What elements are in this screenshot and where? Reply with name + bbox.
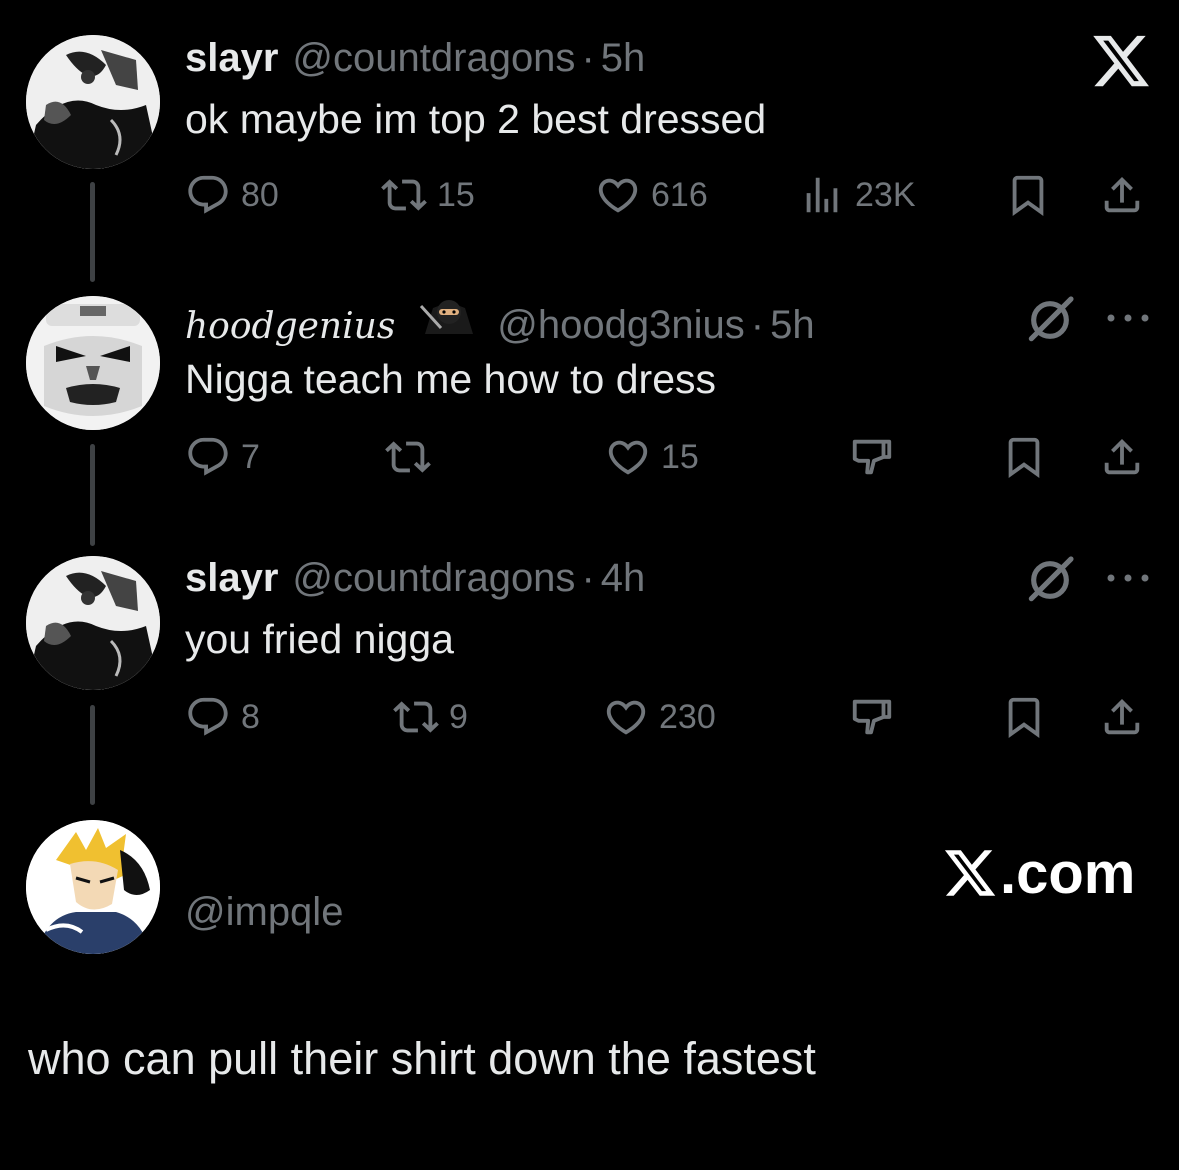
share-button[interactable] xyxy=(1099,692,1145,742)
avatar-image xyxy=(26,820,160,954)
more-icon[interactable] xyxy=(1105,568,1151,588)
tweet-header: hoodgenius @hoodg3nius · 5h xyxy=(185,294,815,347)
separator-dot: · xyxy=(581,556,595,600)
reply-icon xyxy=(185,694,231,740)
share-icon xyxy=(1099,172,1145,218)
reply-icon xyxy=(185,172,231,218)
retweet-button[interactable]: 9 xyxy=(393,692,468,742)
action-bar: 80 15 616 23K xyxy=(185,170,1145,220)
share-icon xyxy=(1099,694,1145,740)
like-button[interactable]: 230 xyxy=(603,692,716,742)
avatar[interactable] xyxy=(26,296,160,430)
like-count: 230 xyxy=(659,697,716,736)
tweet-text: you fried nigga xyxy=(185,616,454,662)
bookmark-icon xyxy=(1001,434,1047,480)
bookmark-button[interactable] xyxy=(1001,692,1047,742)
downvote-button[interactable] xyxy=(849,432,895,482)
bookmark-button[interactable] xyxy=(1001,432,1047,482)
heart-icon xyxy=(605,434,651,480)
avatar[interactable] xyxy=(26,556,160,690)
views-button[interactable]: 23K xyxy=(799,170,916,220)
timestamp[interactable]: 5h xyxy=(601,36,646,81)
reply-button[interactable]: 8 xyxy=(185,692,260,742)
heart-icon xyxy=(595,172,641,218)
timestamp[interactable]: 4h xyxy=(601,556,646,601)
downvote-button[interactable] xyxy=(849,692,895,742)
username[interactable]: @countdragons xyxy=(292,36,575,81)
retweet-count: 9 xyxy=(449,697,468,736)
avatar-image xyxy=(26,296,160,430)
brand-watermark: .com xyxy=(942,838,1135,908)
separator-dot: · xyxy=(581,36,595,80)
avatar-image xyxy=(26,35,160,169)
avatar[interactable] xyxy=(26,35,160,169)
thread-line xyxy=(90,444,95,546)
ninja-emoji-icon xyxy=(420,300,474,334)
display-name[interactable]: slayr xyxy=(185,36,278,81)
views-icon xyxy=(799,172,845,218)
share-button[interactable] xyxy=(1099,170,1145,220)
retweet-count: 15 xyxy=(437,175,475,214)
action-bar: 7 15 xyxy=(185,432,1145,482)
retweet-button[interactable] xyxy=(385,432,431,482)
tweet-header: slayr @countdragons · 4h xyxy=(185,556,645,606)
retweet-icon xyxy=(385,434,431,480)
share-button[interactable] xyxy=(1099,432,1145,482)
reply-count: 7 xyxy=(241,437,260,476)
reply-button[interactable]: 7 xyxy=(185,432,260,482)
separator-dot: · xyxy=(750,303,765,347)
grok-icon[interactable] xyxy=(1022,552,1078,608)
bookmark-button[interactable] xyxy=(1005,170,1051,220)
reply-button[interactable]: 80 xyxy=(185,170,279,220)
thread-line xyxy=(90,182,95,282)
like-count: 616 xyxy=(651,175,708,214)
views-count: 23K xyxy=(855,175,916,214)
bookmark-icon xyxy=(1005,172,1051,218)
downvote-icon xyxy=(849,694,895,740)
retweet-button[interactable]: 15 xyxy=(381,170,475,220)
display-name[interactable]: hoodgenius xyxy=(185,306,395,347)
like-count: 15 xyxy=(661,437,699,476)
avatar-image xyxy=(26,556,160,690)
reply-icon xyxy=(185,434,231,480)
username[interactable]: @impqle xyxy=(185,890,343,935)
retweet-icon xyxy=(381,172,427,218)
more-icon[interactable] xyxy=(1105,308,1151,328)
tweet-text: Nigga teach me how to dress xyxy=(185,356,716,402)
brand-text: .com xyxy=(1000,840,1136,906)
thread-line xyxy=(90,705,95,805)
like-button[interactable]: 15 xyxy=(605,432,699,482)
like-button[interactable]: 616 xyxy=(595,170,708,220)
x-logo-icon xyxy=(942,845,998,901)
downvote-icon xyxy=(849,434,895,480)
heart-icon xyxy=(603,694,649,740)
share-icon xyxy=(1099,434,1145,480)
reply-count: 8 xyxy=(241,697,260,736)
action-bar: 8 9 230 xyxy=(185,692,1145,742)
x-logo-icon xyxy=(1090,30,1152,92)
username[interactable]: @hoodg3nius xyxy=(497,303,744,348)
display-name[interactable]: slayr xyxy=(185,556,278,601)
retweet-icon xyxy=(393,694,439,740)
grok-icon[interactable] xyxy=(1022,292,1078,348)
reply-count: 80 xyxy=(241,175,279,214)
avatar[interactable] xyxy=(26,820,160,954)
timestamp[interactable]: 5h xyxy=(770,303,815,348)
tweet-header: slayr @countdragons · 5h xyxy=(185,36,645,86)
tweet-text: ok maybe im top 2 best dressed xyxy=(185,96,767,142)
username[interactable]: @countdragons xyxy=(292,556,575,601)
bookmark-icon xyxy=(1001,694,1047,740)
post-caption: who can pull their shirt down the fastes… xyxy=(28,1033,816,1084)
